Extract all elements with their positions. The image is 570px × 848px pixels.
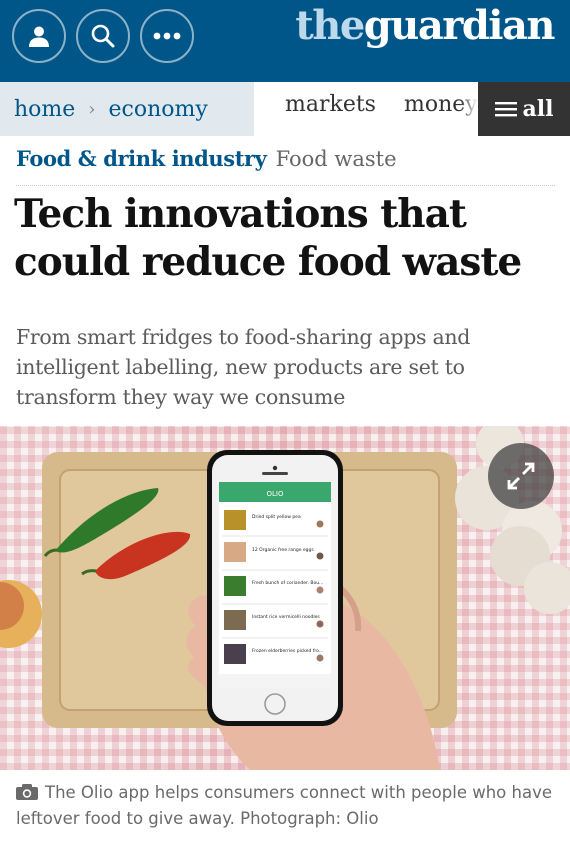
- top-bar: theguardian: [0, 0, 570, 82]
- search-button[interactable]: [76, 9, 130, 63]
- search-icon: [91, 24, 115, 48]
- app-list-item: Dried split yellow pea: [252, 514, 301, 520]
- menu-icon: [494, 102, 517, 117]
- expand-icon: [507, 462, 535, 490]
- article-standfirst: From smart fridges to food-sharing apps …: [16, 325, 471, 409]
- app-list-item: Frozen elderberries picked fro...: [252, 648, 323, 654]
- image-caption: The Olio app helps consumers connect wit…: [16, 780, 556, 832]
- app-title: OLIO: [267, 490, 284, 498]
- guardian-logo[interactable]: theguardian: [295, 2, 555, 49]
- more-button[interactable]: [140, 9, 194, 63]
- tag-food-drink-industry[interactable]: Food & drink industry: [16, 146, 267, 171]
- app-list-item: 12 Organic free range eggs: [252, 547, 314, 553]
- app-list-item: Instant rice vermicelli noodles: [252, 614, 320, 620]
- nav-economy-link[interactable]: economy: [109, 97, 208, 122]
- header-divider: [16, 185, 555, 186]
- profile-button[interactable]: [12, 9, 66, 63]
- article-tags: Food & drink industry Food waste: [16, 146, 397, 171]
- all-sections-button[interactable]: all: [460, 82, 570, 136]
- tag-food-waste[interactable]: Food waste: [276, 147, 397, 171]
- app-list-item: Fresh bunch of coriander. Bou...: [252, 580, 323, 586]
- section-nav: home › economy markets money all: [0, 82, 570, 136]
- camera-icon: [16, 784, 38, 800]
- caption-text: The Olio app helps consumers connect wit…: [16, 783, 552, 828]
- profile-icon: [29, 26, 49, 47]
- nav-home-link[interactable]: home: [14, 97, 75, 122]
- hero-photo-illustration: OLIO Dried split yellow pea 12 Organic f…: [0, 426, 570, 770]
- breadcrumb-separator: ›: [88, 98, 96, 120]
- all-label: all: [522, 96, 554, 122]
- nav-markets-link[interactable]: markets: [285, 92, 376, 117]
- article-headline: Tech innovations that could reduce food …: [14, 191, 522, 285]
- breadcrumb: home › economy: [0, 82, 254, 136]
- article-hero-image: OLIO Dried split yellow pea 12 Organic f…: [0, 426, 570, 770]
- more-icon: [153, 32, 181, 40]
- expand-image-button[interactable]: [488, 443, 554, 509]
